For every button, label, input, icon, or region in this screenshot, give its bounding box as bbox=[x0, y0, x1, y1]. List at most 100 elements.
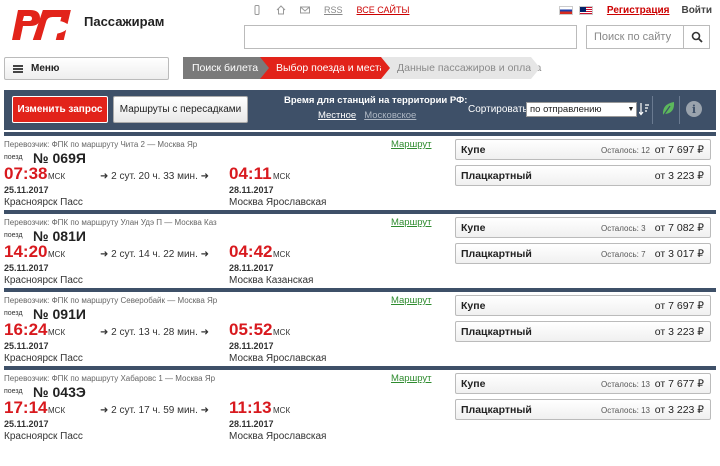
fare-price: от 3 223 ₽ bbox=[654, 404, 704, 416]
departure-time: 16:24 bbox=[4, 320, 48, 339]
arrival-time: 04:11 bbox=[229, 164, 272, 183]
fare-price: от 7 677 ₽ bbox=[654, 378, 704, 390]
change-request-button[interactable]: Изменить запрос bbox=[12, 96, 108, 123]
route-link[interactable]: Маршрут bbox=[391, 295, 432, 306]
search-icon bbox=[691, 31, 703, 43]
car-class: Купе bbox=[461, 144, 486, 156]
carrier-info: Перевозчик: ФПК по маршруту Чита 2 — Мос… bbox=[4, 140, 198, 149]
arrival-date: 28.11.2017 bbox=[229, 185, 274, 195]
info-icon[interactable]: i bbox=[686, 101, 702, 117]
departure-date: 25.11.2017 bbox=[4, 263, 49, 273]
departure-station: Красноярск Пасс bbox=[4, 275, 83, 286]
booking-steps: Поиск билета Выбор поезда и места Данные… bbox=[183, 57, 541, 79]
sort-icon[interactable] bbox=[639, 102, 649, 116]
step-train-selection: Выбор поезда и места bbox=[260, 57, 390, 79]
step-ticket-search[interactable]: Поиск билета bbox=[183, 57, 269, 79]
fare-option[interactable]: Купе Осталось: 13 от 7 677 ₽ bbox=[455, 373, 711, 394]
brand-title[interactable]: Пассажирам bbox=[84, 14, 164, 29]
departure-timezone: МСК bbox=[48, 328, 66, 337]
results-toolbar: Изменить запрос Маршруты с пересадками В… bbox=[4, 90, 716, 130]
car-class: Купе bbox=[461, 378, 486, 390]
arrival-date: 28.11.2017 bbox=[229, 419, 274, 429]
arrival-timezone: МСК bbox=[273, 406, 291, 415]
main-search-input[interactable] bbox=[244, 25, 577, 49]
login-link[interactable]: Войти bbox=[681, 5, 712, 16]
home-icon[interactable] bbox=[276, 5, 286, 15]
car-class: Плацкартный bbox=[461, 170, 532, 182]
english-flag-icon[interactable] bbox=[578, 6, 593, 15]
departure-time: 07:38 bbox=[4, 164, 48, 183]
arrival-date: 28.11.2017 bbox=[229, 341, 274, 351]
departure-timezone: МСК bbox=[48, 172, 66, 181]
route-link[interactable]: Маршрут bbox=[391, 373, 432, 384]
departure-station: Красноярск Пасс bbox=[4, 431, 83, 442]
route-link[interactable]: Маршрут bbox=[391, 139, 432, 150]
train-word-label: поезд bbox=[4, 232, 23, 239]
all-sites-link[interactable]: ВСЕ САЙТЫ bbox=[357, 5, 410, 15]
car-class: Купе bbox=[461, 222, 486, 234]
train-word-label: поезд bbox=[4, 154, 23, 161]
fare-price: от 3 017 ₽ bbox=[654, 248, 704, 260]
travel-duration: ➜ 2 сут. 20 ч. 33 мин. ➜ bbox=[100, 171, 210, 182]
car-class: Плацкартный bbox=[461, 248, 532, 260]
arrival-timezone: МСК bbox=[273, 250, 291, 259]
route-link[interactable]: Маршрут bbox=[391, 217, 432, 228]
menu-icon bbox=[13, 64, 23, 73]
travel-duration: ➜ 2 сут. 13 ч. 28 мин. ➜ bbox=[100, 327, 210, 338]
fare-option[interactable]: Плацкартный от 3 223 ₽ bbox=[455, 321, 711, 342]
sort-select[interactable]: по отправлению ▼ bbox=[526, 102, 637, 117]
fare-price: от 7 082 ₽ bbox=[654, 222, 704, 234]
train-word-label: поезд bbox=[4, 310, 23, 317]
tz-moscow-option[interactable]: Московское bbox=[364, 110, 416, 121]
site-search-input[interactable]: Поиск по сайту bbox=[587, 31, 683, 43]
mail-icon[interactable] bbox=[300, 5, 310, 15]
seats-left: Осталось: 7 bbox=[601, 250, 646, 259]
departure-date: 25.11.2017 bbox=[4, 341, 49, 351]
departure-station: Красноярск Пасс bbox=[4, 197, 83, 208]
russian-flag-icon[interactable] bbox=[558, 6, 573, 15]
departure-date: 25.11.2017 bbox=[4, 419, 49, 429]
phone-icon[interactable] bbox=[252, 5, 262, 15]
arrival-station: Москва Ярославская bbox=[229, 431, 327, 442]
tz-local-option[interactable]: Местное bbox=[318, 110, 356, 121]
arrival-station: Москва Казанская bbox=[229, 275, 314, 286]
menu-label: Меню bbox=[31, 63, 60, 74]
arrival-time: 11:13 bbox=[229, 398, 272, 417]
seats-left: Осталось: 3 bbox=[601, 224, 646, 233]
departure-time: 17:14 bbox=[4, 398, 48, 417]
carrier-info: Перевозчик: ФПК по маршруту Хабаровс 1 —… bbox=[4, 374, 216, 383]
seats-left: Осталось: 13 bbox=[601, 380, 650, 389]
leaf-icon[interactable] bbox=[660, 100, 676, 118]
seats-left: Осталось: 13 bbox=[601, 406, 650, 415]
arrival-time: 05:52 bbox=[229, 320, 273, 339]
register-link[interactable]: Регистрация bbox=[607, 5, 670, 16]
transfer-routes-button[interactable]: Маршруты с пересадками bbox=[113, 96, 248, 123]
train-row: Перевозчик: ФПК по маршруту Хабаровс 1 —… bbox=[4, 366, 716, 442]
fare-option[interactable]: Плацкартный Осталось: 7 от 3 017 ₽ bbox=[455, 243, 711, 264]
carrier-info: Перевозчик: ФПК по маршруту Улан Удэ П —… bbox=[4, 218, 217, 227]
fare-price: от 7 697 ₽ bbox=[654, 144, 704, 156]
arrival-station: Москва Ярославская bbox=[229, 353, 327, 364]
top-right-links: Регистрация Войти bbox=[558, 5, 712, 16]
menu-button[interactable]: Меню bbox=[4, 57, 169, 80]
train-word-label: поезд bbox=[4, 388, 23, 395]
carrier-info: Перевозчик: ФПК по маршруту Северобайк —… bbox=[4, 296, 218, 305]
arrival-timezone: МСК bbox=[273, 328, 291, 337]
car-class: Плацкартный bbox=[461, 404, 532, 416]
rss-link[interactable]: RSS bbox=[324, 5, 343, 15]
timezone-label: Время для станций на территории РФ: bbox=[284, 95, 468, 106]
fare-option[interactable]: Купе Осталось: 3 от 7 082 ₽ bbox=[455, 217, 711, 238]
fare-option[interactable]: Плацкартный Осталось: 13 от 3 223 ₽ bbox=[455, 399, 711, 420]
rzd-logo[interactable] bbox=[10, 8, 80, 42]
seats-left: Осталось: 12 bbox=[601, 146, 650, 155]
search-button[interactable] bbox=[683, 26, 709, 48]
train-row: Перевозчик: ФПК по маршруту Чита 2 — Мос… bbox=[4, 132, 716, 208]
car-class: Плацкартный bbox=[461, 326, 532, 338]
fare-option[interactable]: Плацкартный от 3 223 ₽ bbox=[455, 165, 711, 186]
chevron-down-icon: ▼ bbox=[627, 106, 635, 113]
fare-option[interactable]: Купе от 7 697 ₽ bbox=[455, 295, 711, 316]
car-class: Купе bbox=[461, 300, 486, 312]
site-search: Поиск по сайту bbox=[586, 25, 710, 49]
travel-duration: ➜ 2 сут. 17 ч. 59 мин. ➜ bbox=[100, 405, 210, 416]
fare-option[interactable]: Купе Осталось: 12 от 7 697 ₽ bbox=[455, 139, 711, 160]
